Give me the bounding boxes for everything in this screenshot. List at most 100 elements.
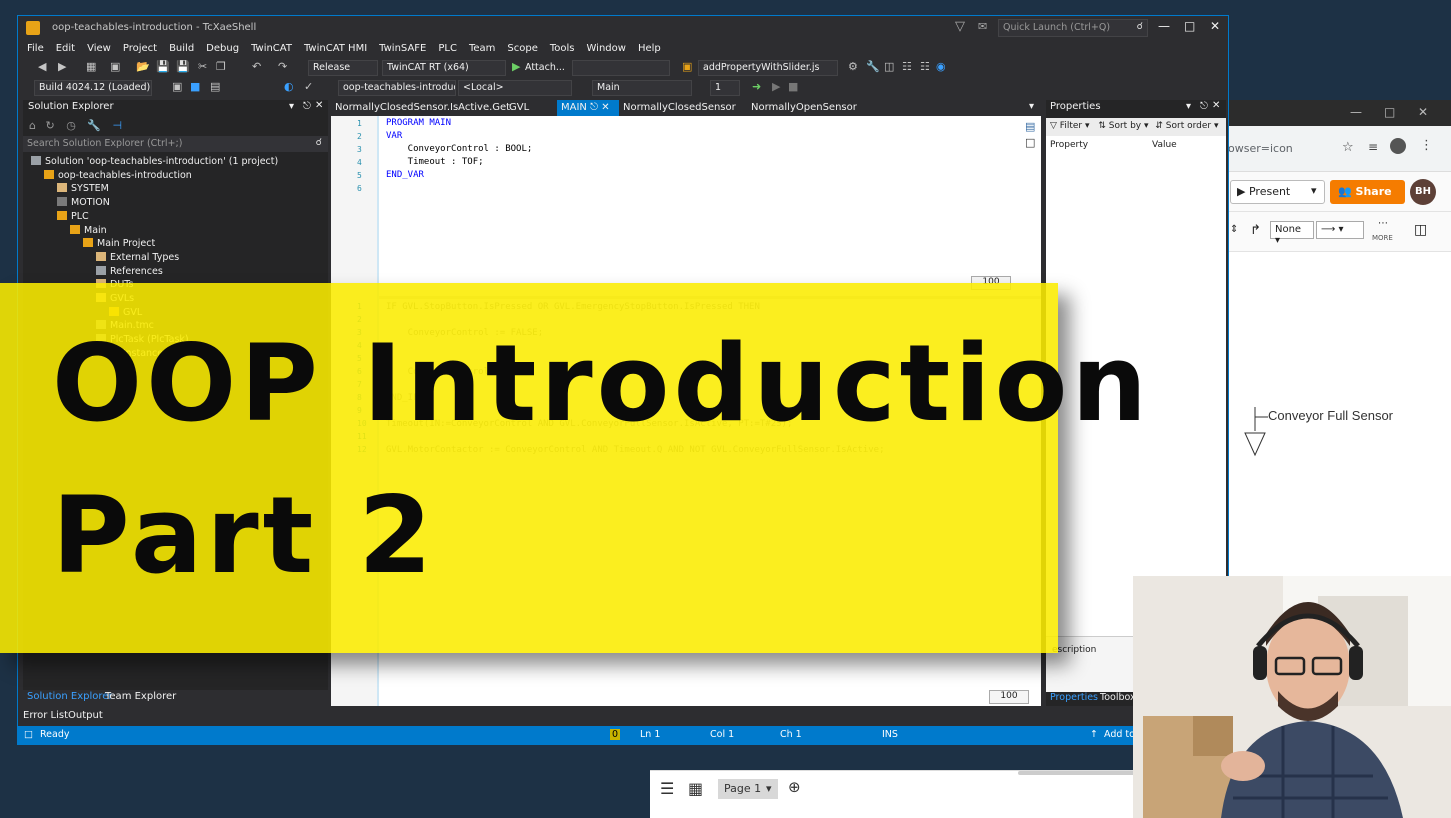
solution-explorer-search[interactable]: Search Solution Explorer (Ctrl+;) ☌ — [23, 136, 328, 152]
present-button[interactable]: ▶ Present ▾ — [1230, 180, 1325, 204]
tab-overflow-icon[interactable]: ▾ — [1029, 101, 1034, 112]
filter-icon[interactable]: ▽ — [955, 19, 965, 34]
maximize-icon[interactable]: □ — [1184, 19, 1195, 33]
config-mode-icon[interactable]: ▤ — [210, 80, 220, 93]
browser-address-bar[interactable]: owser=icon ☆ ≡ ⋮ — [1200, 126, 1451, 172]
globe-icon[interactable]: ◉ — [936, 60, 946, 73]
toolbar-tools-icon[interactable]: ⚙ — [848, 60, 858, 73]
pin-icon[interactable]: ⎋ — [590, 102, 598, 113]
tab-main[interactable]: MAIN ⎋ ✕ — [557, 100, 619, 116]
menu-edit[interactable]: Edit — [56, 43, 75, 54]
split-view-icon[interactable]: ▤ — [1025, 120, 1035, 133]
arrow-style-select[interactable]: ⟶ ▾ — [1316, 221, 1364, 239]
menu-window[interactable]: Window — [587, 43, 626, 54]
forward-icon[interactable]: ▶ — [58, 60, 66, 73]
tree-item[interactable]: MOTION — [57, 197, 110, 208]
share-button[interactable]: 👥 Share — [1330, 180, 1405, 204]
filter-button[interactable]: ▽ Filter ▾ — [1050, 121, 1089, 131]
tab-team-explorer[interactable]: Team Explorer — [105, 691, 176, 702]
tab-properties[interactable]: Properties — [1050, 692, 1098, 703]
redo-icon[interactable]: ↷ — [278, 60, 287, 73]
login-icon[interactable]: ➜ — [752, 80, 761, 93]
page-tab[interactable]: Page 1 ▾ — [718, 779, 778, 799]
panel-toggle-icon[interactable]: ◫ — [1414, 222, 1427, 238]
device-icon[interactable]: ☷ — [920, 60, 930, 73]
line-style-select[interactable]: None ▾ — [1270, 221, 1314, 246]
plc-stop-icon[interactable]: ■ — [788, 80, 798, 93]
tree-item[interactable]: External Types — [96, 251, 179, 263]
menu-twincat[interactable]: TwinCAT — [251, 43, 292, 54]
code-line[interactable]: Timeout : TOF; — [386, 157, 484, 167]
menu-debug[interactable]: Debug — [206, 43, 239, 54]
dropdown-icon[interactable]: ▾ — [289, 101, 294, 112]
feedback-icon[interactable]: ✉ — [978, 20, 987, 33]
code-line[interactable]: ConveyorControl : BOOL; — [386, 144, 533, 154]
dropdown-icon[interactable]: ▾ — [1186, 101, 1191, 112]
connector-icon[interactable]: ↱ — [1250, 223, 1261, 238]
close-icon[interactable]: ✕ — [1418, 105, 1428, 119]
cut-icon[interactable]: ✂ — [198, 60, 207, 73]
close-icon[interactable]: ✕ — [1212, 100, 1220, 111]
tree-item[interactable]: Main — [70, 224, 107, 236]
table-view-icon[interactable]: □ — [1025, 136, 1035, 149]
menu-tools[interactable]: Tools — [550, 43, 575, 54]
sync-icon[interactable]: ↻ — [45, 119, 54, 132]
open-icon[interactable]: 📂 — [136, 60, 150, 73]
new-project-icon[interactable]: ▦ — [86, 60, 96, 73]
scan-icon[interactable]: ◐ — [284, 80, 294, 93]
declaration-area[interactable]: PROGRAM MAIN VAR ConveyorControl : BOOL; … — [331, 116, 1041, 296]
grid-icon[interactable]: ▦ — [688, 779, 703, 798]
platform-select[interactable]: TwinCAT RT (x64) — [382, 60, 506, 76]
tree-item[interactable]: References — [96, 265, 163, 277]
copy-icon[interactable]: ❐ — [216, 60, 226, 73]
menu-build[interactable]: Build — [169, 43, 194, 54]
back-icon[interactable]: ◀ — [38, 60, 46, 73]
tab-normally-open-sensor[interactable]: NormallyOpenSensor — [747, 100, 861, 116]
menu-project[interactable]: Project — [123, 43, 157, 54]
project-select[interactable]: oop-teachables-introduc — [338, 80, 456, 96]
maximize-icon[interactable]: □ — [1384, 105, 1395, 119]
menu-help[interactable]: Help — [638, 43, 661, 54]
add-page-icon[interactable]: ⊕ — [788, 778, 801, 796]
window-icon[interactable]: ◫ — [884, 60, 894, 73]
code-line[interactable]: END_VAR — [386, 170, 424, 180]
tab-gvl[interactable]: GVL — [505, 100, 533, 116]
tab-error-list[interactable]: Error List — [23, 710, 68, 721]
wrench-icon[interactable]: 🔧 — [87, 119, 101, 132]
tab-normally-closed-sensor[interactable]: NormallyClosedSensor — [619, 100, 740, 116]
minimize-icon[interactable]: — — [1158, 19, 1170, 33]
run-mode-icon[interactable]: ■ — [190, 80, 200, 93]
menu-view[interactable]: View — [87, 43, 111, 54]
tab-output[interactable]: Output — [68, 710, 103, 721]
plc-start-icon[interactable]: ▶ — [772, 80, 780, 93]
start-icon[interactable]: ▶ — [512, 60, 520, 73]
menu-scope[interactable]: Scope — [507, 43, 537, 54]
canvas-label[interactable]: Conveyor Full Sensor — [1268, 408, 1393, 423]
tree-item[interactable]: SYSTEM — [57, 183, 109, 194]
attach-target-select[interactable] — [572, 60, 670, 76]
script-icon[interactable]: ▣ — [682, 60, 692, 73]
stepper-icon[interactable]: ⇕ — [1230, 224, 1238, 235]
menu-file[interactable]: File — [27, 43, 44, 54]
collapse-icon[interactable]: ⊣ — [113, 119, 123, 132]
build-select[interactable]: Build 4024.12 (Loaded) — [34, 80, 152, 96]
menu-twinsafe[interactable]: TwinSAFE — [379, 43, 426, 54]
add-to-source-control[interactable]: Add to — [1104, 729, 1135, 740]
add-item-icon[interactable]: ▣ — [110, 60, 120, 73]
undo-icon[interactable]: ↶ — [252, 60, 261, 73]
activate-config-icon[interactable]: ▣ — [172, 80, 182, 93]
pin-icon[interactable]: ⎋ — [303, 101, 311, 112]
horizontal-scrollbar[interactable] — [1018, 771, 1138, 775]
sort-order-button[interactable]: ⇵ Sort order ▾ — [1155, 121, 1218, 131]
target-select[interactable]: <Local> — [458, 80, 572, 96]
sort-by-button[interactable]: ⇅ Sort by ▾ — [1098, 121, 1148, 131]
avatar[interactable]: BH — [1410, 179, 1436, 205]
tree-item[interactable]: Main Project — [83, 238, 155, 249]
script-select[interactable]: addPropertyWithSlider.js — [698, 60, 838, 76]
tree-item[interactable]: oop-teachables-introduction — [44, 169, 192, 181]
configuration-select[interactable]: Release — [308, 60, 378, 76]
playlist-icon[interactable]: ≡ — [1368, 140, 1378, 154]
tab-solution-explorer[interactable]: Solution Explorer — [27, 691, 113, 702]
tab-toolbox[interactable]: Toolbox — [1100, 692, 1136, 703]
wrench-icon[interactable]: 🔧 — [866, 60, 880, 73]
